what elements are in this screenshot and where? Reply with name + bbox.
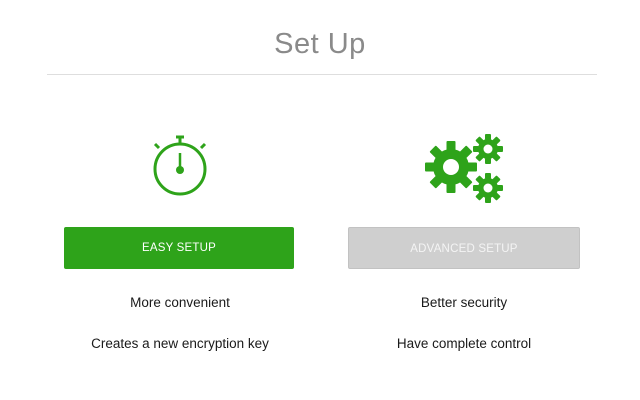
gears-icon [348,120,580,210]
setup-page: Set Up EASY SETUP More convenient Create… [0,0,640,400]
page-title: Set Up [274,28,366,60]
advanced-setup-button[interactable]: ADVANCED SETUP [348,227,580,269]
advanced-benefit-text: Better security [420,295,508,310]
advanced-description-text: Have complete control [396,336,532,351]
easy-setup-button[interactable]: EASY SETUP [64,227,294,269]
easy-setup-column: EASY SETUP More convenient Creates a new… [64,120,296,351]
advanced-setup-column: ADVANCED SETUP Better security Have comp… [348,120,580,351]
title-divider [47,74,597,75]
easy-description-text: Creates a new encryption key [91,336,269,351]
stopwatch-icon [64,120,296,210]
easy-benefit-text: More convenient [130,295,230,310]
